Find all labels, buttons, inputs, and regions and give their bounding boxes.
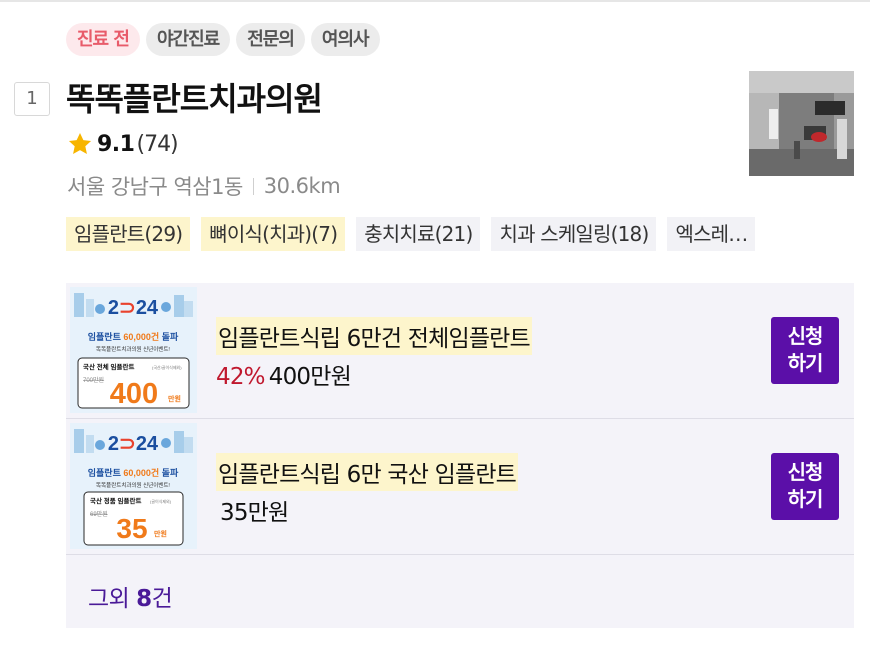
svg-text:2⊃24: 2⊃24 [108, 433, 159, 455]
apply-button-label-2: 하기 [787, 351, 824, 375]
star-icon [68, 132, 92, 154]
svg-text:(국산/골이식제외): (국산/골이식제외) [152, 364, 182, 370]
tag-specialist[interactable]: 전문의 [236, 23, 305, 56]
svg-text:만원: 만원 [168, 394, 181, 403]
event-price: 35만원 [220, 500, 289, 526]
rank-badge: 1 [14, 82, 50, 116]
event-banner: 2⊃24 임플란트 60,000건 돌파 똑똑플란트치과의원 신년이벤트! 국산… [70, 423, 197, 549]
event-banner: 2⊃24 임플란트 60,000건 돌파 똑똑플란트치과의원 신년이벤트! 국산… [70, 287, 197, 413]
svg-text:35: 35 [116, 513, 147, 544]
tag-female-doctor[interactable]: 여의사 [310, 23, 380, 56]
clinic-photo[interactable] [749, 71, 854, 176]
rating-score: 9.1 [97, 131, 135, 157]
svg-text:임플란트 60,000건 돌파: 임플란트 60,000건 돌파 [88, 331, 179, 342]
apply-button[interactable]: 신청 하기 [771, 317, 839, 384]
top-divider [0, 0, 870, 2]
treatment-tag-cavity[interactable]: 충치치료(21) [356, 217, 481, 251]
svg-text:국산 정품 임플란트: 국산 정품 임플란트 [90, 496, 141, 505]
treatment-tag-implant[interactable]: 임플란트(29) [66, 217, 191, 251]
tag-before-treatment[interactable]: 진료 전 [66, 23, 140, 56]
svg-text:똑똑플란트치과의원 신년이벤트!: 똑똑플란트치과의원 신년이벤트! [96, 345, 170, 353]
clinic-name[interactable]: 똑똑플란트치과의원 [66, 74, 323, 120]
location-row: 서울 강남구 역삼1동 30.6km [67, 171, 341, 201]
event-price-row: 42% 400만원 [216, 357, 352, 391]
treatment-tag-xray[interactable]: 엑스레… [667, 217, 756, 251]
apply-button-label-1: 신청 [787, 460, 824, 484]
svg-text:400: 400 [110, 378, 158, 410]
treatment-tags: 임플란트(29) 뼈이식(치과)(7) 충치치료(21) 치과 스케일링(18)… [66, 217, 854, 251]
event-title[interactable]: 임플란트식립 6만 국산 임플란트 [216, 453, 519, 491]
event-item[interactable]: 2⊃24 임플란트 60,000건 돌파 똑똑플란트치과의원 신년이벤트! 국산… [66, 419, 854, 555]
clinic-interior-image [749, 71, 854, 176]
apply-button-label-1: 신청 [787, 324, 824, 348]
more-events-link[interactable]: 그외 8건 [88, 579, 173, 613]
svg-text:(골이식제외): (골이식제외) [150, 498, 172, 504]
review-count[interactable]: (74) [136, 132, 178, 157]
tag-night-treatment[interactable]: 야간진료 [145, 23, 231, 56]
event-item[interactable]: 2⊃24 임플란트 60,000건 돌파 똑똑플란트치과의원 신년이벤트! 국산… [66, 283, 854, 419]
svg-text:700만원: 700만원 [83, 376, 104, 384]
distance: 30.6km [263, 174, 341, 198]
more-count: 8 [136, 586, 152, 612]
apply-button[interactable]: 신청 하기 [771, 453, 839, 520]
event-banner-image[interactable]: 2⊃24 임플란트 60,000건 돌파 똑똑플란트치과의원 신년이벤트! 국산… [70, 423, 197, 549]
divider [252, 177, 254, 195]
svg-text:만원: 만원 [154, 529, 167, 538]
svg-text:2⊃24: 2⊃24 [108, 297, 159, 319]
svg-text:똑똑플란트치과의원 신년이벤트!: 똑똑플란트치과의원 신년이벤트! [96, 481, 170, 489]
event-list: 2⊃24 임플란트 60,000건 돌파 똑똑플란트치과의원 신년이벤트! 국산… [66, 283, 854, 628]
treatment-tag-scaling[interactable]: 치과 스케일링(18) [491, 217, 657, 251]
rating: 9.1 (74) [67, 131, 179, 157]
treatment-tag-bone-graft[interactable]: 뼈이식(치과)(7) [201, 217, 346, 251]
status-tags: 진료 전 야간진료 전문의 여의사 [66, 23, 380, 56]
event-price: 400만원 [268, 364, 352, 390]
event-title[interactable]: 임플란트식립 6만건 전체임플란트 [216, 317, 532, 355]
address: 서울 강남구 역삼1동 [67, 175, 243, 199]
more-prefix: 그외 [88, 586, 137, 612]
apply-button-label-2: 하기 [787, 487, 824, 511]
event-price-row: 35만원 [220, 493, 289, 527]
discount-rate: 42% [216, 364, 266, 390]
svg-text:임플란트 60,000건 돌파: 임플란트 60,000건 돌파 [88, 467, 179, 478]
svg-text:국산 전체 임플란트: 국산 전체 임플란트 [83, 362, 134, 371]
event-banner-image[interactable]: 2⊃24 임플란트 60,000건 돌파 똑똑플란트치과의원 신년이벤트! 국산… [70, 287, 197, 413]
more-suffix: 건 [151, 586, 173, 612]
svg-text:69만원: 69만원 [90, 510, 108, 518]
